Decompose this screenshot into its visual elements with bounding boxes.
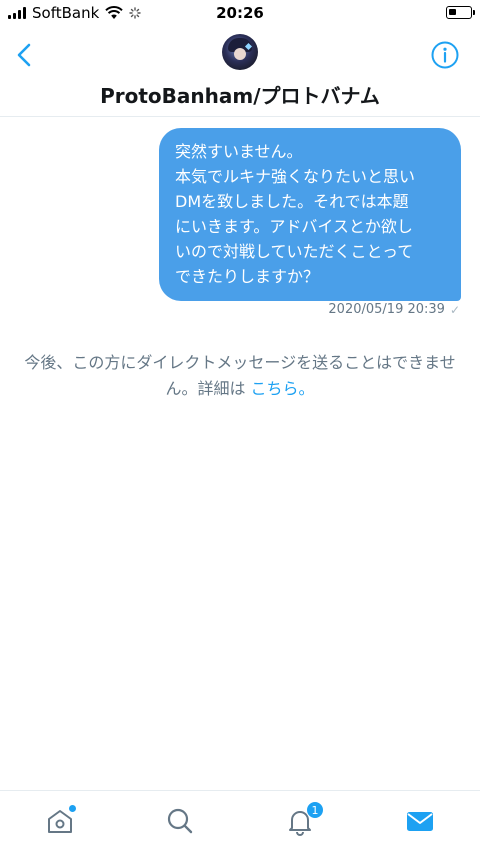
back-chevron-icon[interactable] (10, 40, 40, 70)
details-link[interactable]: こちら。 (251, 379, 315, 398)
message-meta: 2020/05/19 20:39 ✓ (328, 302, 460, 317)
battery-icon (446, 6, 475, 19)
bottom-tab-bar: 1 (0, 790, 480, 854)
status-bar: SoftBank 20:26 (0, 0, 480, 28)
mail-icon (407, 812, 433, 831)
conversation-title: ProtoBanham/プロトバナム (100, 84, 380, 108)
home-new-dot (69, 805, 76, 812)
tab-home[interactable] (44, 805, 76, 837)
search-icon (167, 808, 193, 834)
info-icon[interactable] (430, 40, 460, 70)
dm-restricted-notice: 今後、この方にダイレクトメッセージを送ることはできません。詳細は こちら。 (0, 350, 480, 402)
notice-text: 今後、この方にダイレクトメッセージを送ることはできません。詳細は (24, 353, 456, 398)
tab-search[interactable] (164, 805, 196, 837)
tab-messages[interactable] (404, 805, 436, 837)
tab-notifications[interactable]: 1 (284, 801, 324, 837)
conversation-header: ProtoBanham/プロトバナム (0, 28, 480, 117)
status-time: 20:26 (216, 4, 264, 22)
dm-conversation-screen: SoftBank 20:26 ProtoBanham/プロトバナム 突然すいませ… (0, 0, 480, 854)
notification-badge: 1 (306, 801, 324, 819)
sent-check-icon: ✓ (449, 302, 460, 317)
message-bubble[interactable]: 突然すいません。 本気でルキナ強くなりたいと思い DMを致しました。それでは本題… (159, 128, 461, 301)
avatar[interactable] (222, 34, 258, 70)
message-timestamp: 2020/05/19 20:39 (328, 302, 445, 317)
